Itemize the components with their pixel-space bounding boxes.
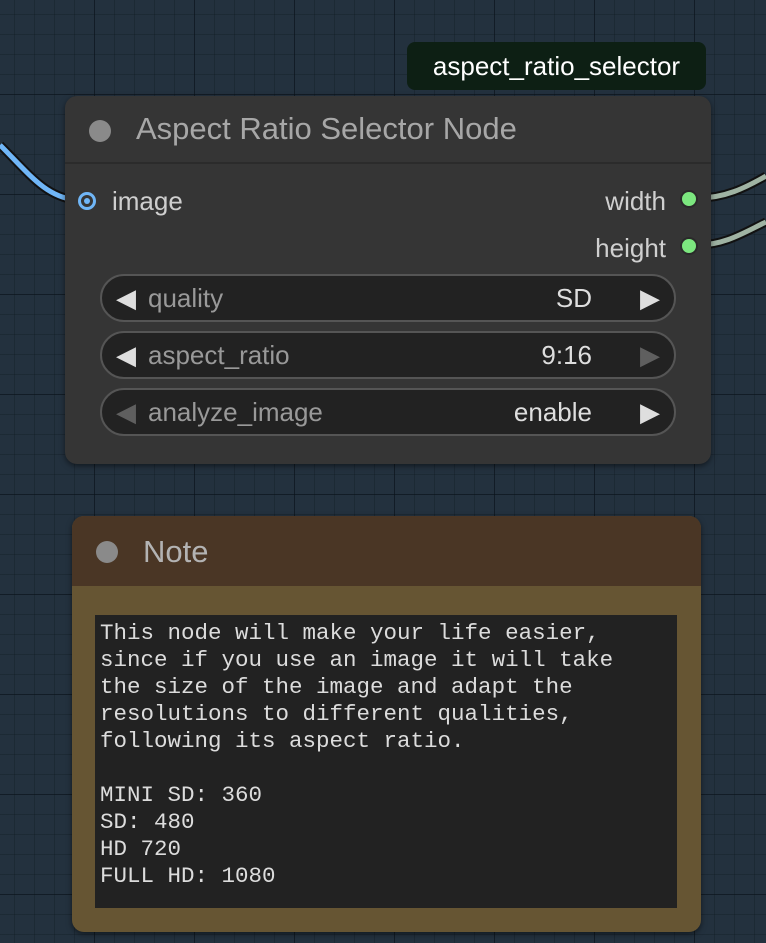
note-node[interactable]: Note This node will make your life easie…: [72, 516, 701, 932]
quality-widget-label: quality: [148, 283, 224, 313]
aspect-ratio-combo-widget[interactable]: ◀ aspect_ratio 9:16 ▶: [100, 331, 676, 379]
width-output-label: width: [605, 186, 666, 216]
aspect-ratio-selector-node[interactable]: Aspect Ratio Selector Node image width h…: [65, 96, 711, 464]
image-input-label: image: [112, 186, 183, 216]
height-output-slot-icon[interactable]: [680, 237, 698, 255]
aspect-ratio-decrement-arrow-icon[interactable]: ◀: [116, 333, 136, 377]
note-title: Note: [143, 534, 209, 569]
aspect-ratio-widget-label: aspect_ratio: [148, 340, 290, 370]
analyze-image-widget-value: enable: [513, 397, 592, 427]
note-collapse-toggle-icon[interactable]: [96, 541, 118, 563]
analyze-image-widget-label: analyze_image: [148, 397, 323, 427]
analyze-image-decrement-arrow-icon[interactable]: ◀: [116, 390, 136, 434]
quality-increment-arrow-icon[interactable]: ▶: [640, 276, 660, 320]
aspect-ratio-widget-value: 9:16: [541, 340, 592, 370]
analyze-image-increment-arrow-icon[interactable]: ▶: [640, 390, 660, 434]
node-title: Aspect Ratio Selector Node: [136, 111, 517, 146]
note-header[interactable]: Note: [72, 516, 701, 586]
height-output-label: height: [595, 233, 666, 263]
note-text-area[interactable]: This node will make your life easier, si…: [95, 615, 677, 908]
analyze-image-combo-widget[interactable]: ◀ analyze_image enable ▶: [100, 388, 676, 436]
node-id-badge: aspect_ratio_selector: [407, 42, 706, 90]
width-output-slot-icon[interactable]: [680, 190, 698, 208]
aspect-ratio-increment-arrow-icon[interactable]: ▶: [640, 333, 660, 377]
quality-widget-value: SD: [555, 283, 592, 313]
quality-combo-widget[interactable]: ◀ quality SD ▶: [100, 274, 676, 322]
node-header[interactable]: Aspect Ratio Selector Node: [65, 96, 711, 164]
quality-decrement-arrow-icon[interactable]: ◀: [116, 276, 136, 320]
image-input-slot-icon[interactable]: [78, 192, 96, 210]
collapse-toggle-icon[interactable]: [89, 120, 111, 142]
